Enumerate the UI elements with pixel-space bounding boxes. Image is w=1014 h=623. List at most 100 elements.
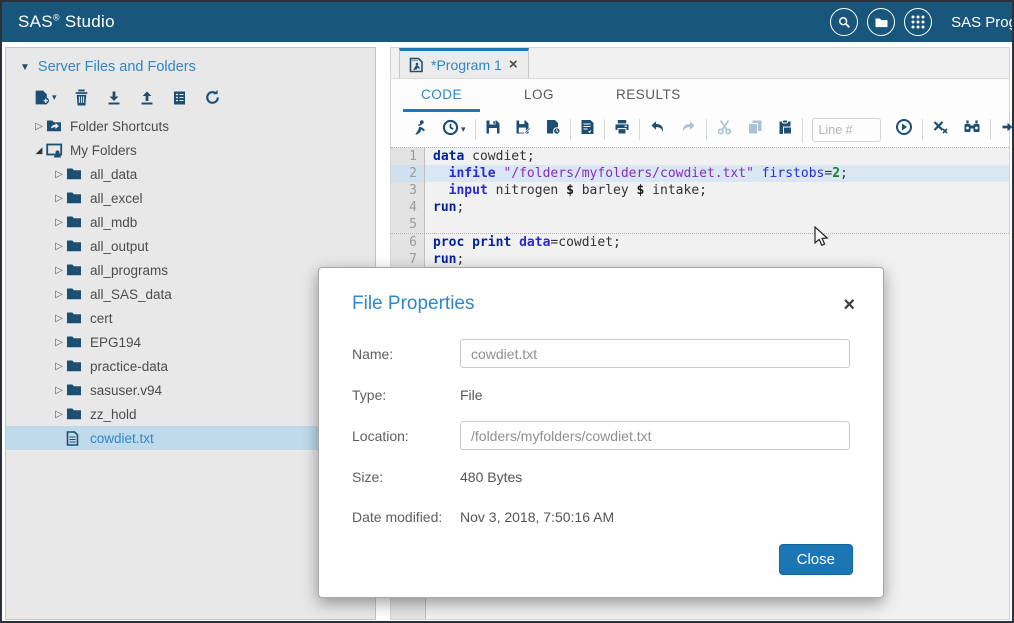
server-files-header[interactable]: ▼ Server Files and Folders [6, 48, 375, 83]
line-number: 2 [391, 165, 425, 182]
collapsed-twisty-icon[interactable]: ▷ [52, 385, 66, 396]
edit-doc-icon [580, 119, 595, 140]
dialog-close-icon[interactable]: × [843, 295, 855, 315]
session-label[interactable]: SAS Progr [951, 14, 1012, 31]
clear-code-button[interactable] [932, 119, 949, 140]
refresh-button[interactable] [204, 89, 221, 106]
collapsed-twisty-icon[interactable]: ▷ [52, 361, 66, 372]
clear-code-icon [932, 119, 949, 140]
code-line-4[interactable]: 4 run; [391, 199, 1009, 216]
apps-icon[interactable] [904, 8, 933, 36]
program-history-button[interactable] [545, 119, 561, 140]
code-text: run; [433, 252, 465, 267]
line-number-input[interactable] [811, 117, 881, 142]
collapsed-twisty-icon[interactable]: ▷ [52, 193, 66, 204]
close-tab-icon[interactable]: × [509, 57, 518, 72]
field-value: Nov 3, 2018, 7:50:16 AM [460, 508, 615, 525]
redo-button [680, 119, 697, 140]
submission-history-button[interactable]: ▾ [442, 119, 466, 141]
field-input-location[interactable] [460, 421, 850, 450]
field-value: 480 Bytes [460, 468, 523, 485]
folder-icon [66, 311, 85, 325]
upload-icon [139, 90, 155, 106]
collapsed-twisty-icon[interactable]: ▷ [32, 121, 46, 132]
search-icon[interactable] [830, 8, 859, 36]
undo-button[interactable] [649, 119, 666, 140]
line-number: 4 [391, 199, 425, 216]
tree-item-label: all_output [90, 238, 149, 254]
save-button[interactable] [485, 119, 501, 140]
collapsed-twisty-icon[interactable]: ▷ [52, 409, 66, 420]
tree-item-folder-shortcuts[interactable]: ▷ Folder Shortcuts [6, 114, 375, 138]
dialog-footer: Close [778, 544, 853, 575]
document-tab-bar: *Program 1 × [391, 48, 1009, 79]
line-number: 6 [391, 234, 425, 251]
code-line-7[interactable]: 7 run; [391, 251, 1009, 268]
new-file-button[interactable]: ▾ [33, 89, 57, 106]
properties-button[interactable] [172, 90, 187, 106]
tab-results[interactable]: RESULTS [598, 79, 699, 112]
paste-button[interactable] [777, 119, 793, 140]
code-line-5[interactable]: 5 [391, 216, 1009, 233]
folder-icon [66, 335, 85, 349]
cut-icon [716, 119, 733, 140]
upload-button[interactable] [139, 90, 155, 106]
folder-icon [66, 167, 85, 181]
line-number: 5 [391, 216, 425, 233]
go-to-line-button[interactable] [895, 118, 913, 141]
code-text: run; [433, 200, 465, 215]
tree-item-all-mdb[interactable]: ▷ all_mdb [6, 210, 375, 234]
collapsed-twisty-icon[interactable]: ▷ [52, 241, 66, 252]
tree-item-all-data[interactable]: ▷ all_data [6, 162, 375, 186]
redo-icon [680, 119, 697, 140]
tab-program-1[interactable]: *Program 1 × [399, 48, 529, 78]
open-folder-icon[interactable] [867, 8, 896, 36]
field-label: Date modified: [352, 508, 443, 525]
expanded-twisty-icon[interactable]: ◢ [32, 145, 46, 156]
collapsed-twisty-icon[interactable]: ▷ [52, 217, 66, 228]
folder-icon [66, 407, 85, 421]
dialog-fields: Name: Type: File Location: Size: 480 Bytes Dat… [319, 315, 883, 530]
trash-button[interactable] [74, 89, 89, 106]
find-replace-button[interactable] [963, 119, 981, 140]
run-button[interactable] [412, 119, 428, 141]
file-icon [66, 430, 85, 446]
collapsed-twisty-icon[interactable]: ▷ [52, 337, 66, 348]
toolbar-group [569, 119, 604, 140]
copy-icon [747, 119, 763, 140]
field-input-name[interactable] [460, 339, 850, 368]
code-text: infile "/folders/myfolders/cowdiet.txt" … [448, 166, 848, 181]
collapse-panel-icon[interactable]: ▼ [20, 62, 30, 73]
line-number: 1 [391, 148, 425, 165]
editor-toolbar: ▾ [391, 112, 1012, 147]
tree-item-all-output[interactable]: ▷ all_output [6, 234, 375, 258]
dialog-field: Size: 480 Bytes [352, 463, 850, 490]
code-line-3[interactable]: 3 input nitrogen $ barley $ intake; [391, 182, 1009, 199]
collapsed-twisty-icon[interactable]: ▷ [52, 265, 66, 276]
code-line-2[interactable]: 2 infile "/folders/myfolders/cowdiet.txt… [391, 165, 1009, 182]
download-button[interactable] [106, 90, 122, 106]
collapsed-twisty-icon[interactable]: ▷ [52, 313, 66, 324]
tree-item-all-excel[interactable]: ▷ all_excel [6, 186, 375, 210]
code-line-1[interactable]: 1 data cowdiet; [391, 147, 1009, 165]
tab-code[interactable]: CODE [403, 79, 481, 112]
save-as-button[interactable] [515, 119, 531, 140]
print-button[interactable] [614, 119, 630, 140]
collapsed-twisty-icon[interactable]: ▷ [52, 289, 66, 300]
print-icon [614, 119, 630, 140]
field-label: Type: [352, 386, 387, 403]
code-text: input nitrogen $ barley $ intake; [448, 183, 707, 198]
undo-icon [649, 119, 666, 140]
close-button[interactable]: Close [778, 544, 853, 575]
format-code-button[interactable] [1000, 119, 1012, 140]
code-line-6[interactable]: 6 proc print data=cowdiet; [391, 233, 1009, 251]
tab-log[interactable]: LOG [506, 79, 572, 112]
tree-item-my-folders[interactable]: ◢ My Folders [6, 138, 375, 162]
save-icon [485, 119, 501, 140]
collapsed-twisty-icon[interactable]: ▷ [52, 169, 66, 180]
edit-doc-button[interactable] [580, 119, 595, 140]
properties-icon [172, 90, 187, 106]
tab-label: *Program 1 [431, 56, 502, 73]
server-files-title: Server Files and Folders [37, 59, 196, 75]
